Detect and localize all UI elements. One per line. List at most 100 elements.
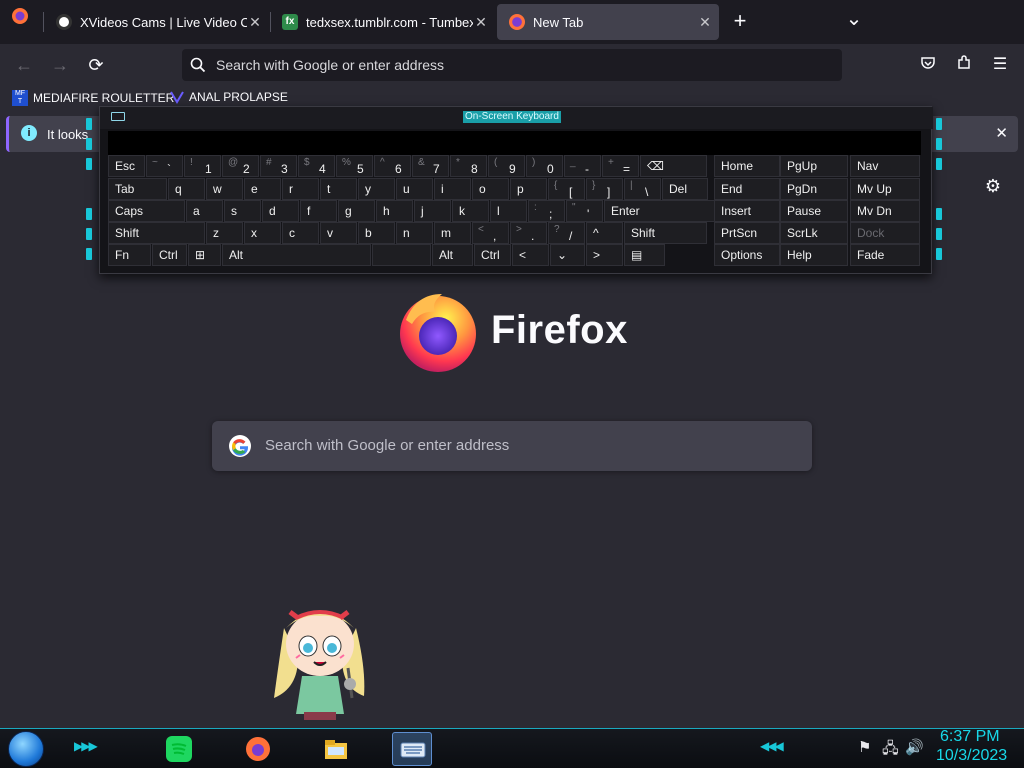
extensions-icon[interactable]	[950, 52, 978, 78]
osk-nav-key[interactable]: End	[714, 178, 780, 200]
osk-key[interactable]: e	[244, 178, 281, 200]
osk-key[interactable]: a	[186, 200, 223, 222]
osk-nav-key[interactable]: ScrLk	[780, 222, 848, 244]
osk-key[interactable]: t	[320, 178, 357, 200]
osk-key[interactable]: l	[490, 200, 527, 222]
volume-icon[interactable]: 🔊	[905, 738, 924, 756]
osk-key[interactable]: ^	[586, 222, 623, 244]
clock-time[interactable]: 6:37 PM	[940, 728, 1000, 746]
osk-key[interactable]: <	[512, 244, 549, 266]
osk-key[interactable]: >.	[510, 222, 547, 244]
osk-key[interactable]: (9	[488, 155, 525, 177]
address-bar[interactable]: Search with Google or enter address	[182, 49, 842, 81]
back-arrow-icon[interactable]: ←	[10, 52, 38, 78]
osk-nav-key[interactable]: Nav	[850, 155, 920, 177]
osk-key[interactable]: x	[244, 222, 281, 244]
osk-key[interactable]: f	[300, 200, 337, 222]
osk-key[interactable]: ~ `	[146, 155, 183, 177]
network-icon[interactable]: 🖧	[882, 738, 899, 763]
osk-key[interactable]: {[	[548, 178, 585, 200]
osk-nav-key[interactable]: Dock	[850, 222, 920, 244]
osk-key[interactable]: ⊞	[188, 244, 221, 266]
flag-icon[interactable]: ⚑	[858, 738, 871, 756]
new-tab-button[interactable]: +	[726, 8, 754, 34]
osk-key[interactable]: ^ 6	[374, 155, 411, 177]
page-search-box[interactable]: Search with Google or enter address	[212, 421, 812, 471]
taskbar-app-firefox[interactable]	[238, 732, 278, 766]
osk-key[interactable]: Esc	[108, 155, 145, 177]
osk-key[interactable]: i	[434, 178, 471, 200]
bookmark-mediafire[interactable]: MF T MEDIAFIRE ROULETTER	[12, 90, 174, 106]
osk-key[interactable]: s	[224, 200, 261, 222]
osk-key[interactable]: % 5	[336, 155, 373, 177]
osk-key[interactable]: _ -	[564, 155, 601, 177]
tab-tumbex[interactable]: fx tedxsex.tumblr.com - Tumbex ✕	[270, 4, 495, 40]
osk-key[interactable]: >	[586, 244, 623, 266]
osk-key[interactable]: }]	[586, 178, 623, 200]
osk-key[interactable]: g	[338, 200, 375, 222]
app-menu-icon[interactable]: ☰	[986, 52, 1014, 78]
osk-key[interactable]: $4	[298, 155, 335, 177]
osk-nav-key[interactable]: Home	[714, 155, 780, 177]
osk-key[interactable]	[372, 244, 431, 266]
close-tab-icon[interactable]: ✕	[473, 14, 489, 31]
osk-key[interactable]: m	[434, 222, 471, 244]
forward-arrow-icon[interactable]: →	[46, 52, 74, 78]
osk-key[interactable]: <,	[472, 222, 509, 244]
osk-key[interactable]: ⌫	[640, 155, 707, 177]
osk-key[interactable]: :;	[528, 200, 565, 222]
osk-key[interactable]: #3	[260, 155, 297, 177]
osk-nav-key[interactable]: Fade	[850, 244, 920, 266]
osk-key[interactable]: k	[452, 200, 489, 222]
close-tab-icon[interactable]: ✕	[247, 14, 263, 31]
osk-key[interactable]: r	[282, 178, 319, 200]
clock-date[interactable]: 10/3/2023	[936, 747, 1007, 765]
osk-key[interactable]: q	[168, 178, 205, 200]
osk-nav-key[interactable]: Mv Up	[850, 178, 920, 200]
osk-key[interactable]: h	[376, 200, 413, 222]
osk-key[interactable]: " '	[566, 200, 603, 222]
start-button[interactable]	[8, 731, 44, 767]
reload-icon[interactable]: ⟳	[82, 52, 110, 78]
osk-key[interactable]: j	[414, 200, 451, 222]
osk-key[interactable]: Fn	[108, 244, 151, 266]
tab-xvideos-cams[interactable]: XVideos Cams | Live Video Chat ✕	[44, 4, 269, 40]
osk-key[interactable]: w	[206, 178, 243, 200]
osk-key[interactable]: ▤	[624, 244, 665, 266]
osk-key[interactable]: Ctrl	[152, 244, 187, 266]
osk-key[interactable]: p	[510, 178, 547, 200]
osk-nav-key[interactable]: Pause	[780, 200, 848, 222]
osk-nav-key[interactable]: Options	[714, 244, 780, 266]
osk-nav-key[interactable]: PgDn	[780, 178, 848, 200]
osk-key[interactable]: ) 0	[526, 155, 563, 177]
tab-new-tab[interactable]: New Tab ✕	[497, 4, 719, 40]
close-notification-button[interactable]: ✕	[995, 124, 1008, 142]
osk-key[interactable]: b	[358, 222, 395, 244]
osk-nav-key[interactable]: Insert	[714, 200, 780, 222]
osk-key[interactable]: Tab	[108, 178, 167, 200]
osk-key[interactable]: * 8	[450, 155, 487, 177]
osk-key[interactable]: | \	[624, 178, 661, 200]
osk-key[interactable]: Alt	[432, 244, 473, 266]
osk-key[interactable]: Shift	[108, 222, 205, 244]
osk-key[interactable]: Alt	[222, 244, 371, 266]
osk-key[interactable]: ⌄	[550, 244, 585, 266]
bookmark-anal-prolapse[interactable]: ANAL PROLAPSE	[170, 90, 288, 104]
taskbar-app-file-explorer[interactable]	[316, 732, 356, 766]
osk-key[interactable]: y	[358, 178, 395, 200]
osk-nav-key[interactable]: Help	[780, 244, 848, 266]
osk-key[interactable]: ? /	[548, 222, 585, 244]
osk-nav-key[interactable]: PgUp	[780, 155, 848, 177]
osk-key[interactable]: ! 1	[184, 155, 221, 177]
osk-key[interactable]: c	[282, 222, 319, 244]
pocket-icon[interactable]	[914, 52, 942, 78]
taskbar-app-spotify[interactable]	[159, 732, 199, 766]
osk-key[interactable]: & 7	[412, 155, 449, 177]
osk-key[interactable]: + =	[602, 155, 639, 177]
osk-nav-key[interactable]: Mv Dn	[850, 200, 920, 222]
osk-key[interactable]: o	[472, 178, 509, 200]
osk-nav-key[interactable]: PrtScn	[714, 222, 780, 244]
osk-key[interactable]: v	[320, 222, 357, 244]
osk-key[interactable]: Caps	[108, 200, 185, 222]
osk-key[interactable]: u	[396, 178, 433, 200]
